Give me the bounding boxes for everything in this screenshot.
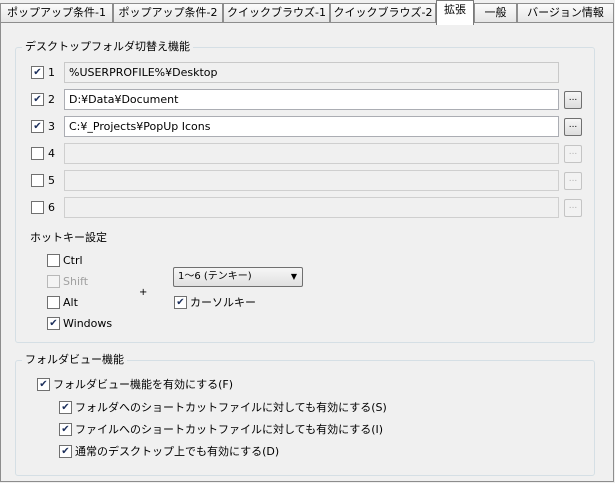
row5-browse-button[interactable]: ... (564, 172, 582, 190)
ctrl-label: Ctrl (63, 254, 83, 267)
folder-shortcut-label: フォルダへのショートカットファイルに対しても有効にする(S) (75, 401, 387, 414)
row6-browse-button[interactable]: ... (564, 199, 582, 217)
row3-path-field[interactable]: C:¥_Projects¥PopUp Icons (64, 116, 559, 137)
row2-number: 2 (48, 93, 55, 106)
row3-checkbox[interactable]: ✔ (31, 120, 44, 133)
alt-checkbox[interactable] (47, 296, 60, 309)
row4-checkbox[interactable] (31, 147, 44, 160)
folder-view-title: フォルダビュー機能 (22, 353, 127, 367)
row5-path-field[interactable] (64, 170, 559, 191)
row3-browse-button[interactable]: ... (564, 118, 582, 136)
row6-path-field[interactable] (64, 197, 559, 218)
plus-sign: + (139, 287, 148, 298)
folder-view-group: フォルダビュー機能 ✔ フォルダビュー機能を有効にする(F) ✔ フォルダへのシ… (15, 353, 595, 476)
cursor-key-checkbox[interactable]: ✔ (174, 296, 187, 309)
ctrl-checkbox[interactable] (47, 254, 60, 267)
row1-number: 1 (48, 66, 55, 79)
desktop-switch-title: デスクトップフォルダ切替え機能 (22, 40, 193, 54)
tab-popup-condition-1[interactable]: ポップアップ条件-1 (0, 3, 113, 24)
row2-path-field[interactable]: D:¥Data¥Document (64, 89, 559, 110)
row3-number: 3 (48, 120, 55, 133)
file-shortcut-checkbox[interactable]: ✔ (59, 423, 72, 436)
folder-view-enable-checkbox[interactable]: ✔ (37, 378, 50, 391)
tab-panel: デスクトップフォルダ切替え機能 ✔ 1 %USERPROFILE%¥Deskto… (0, 22, 614, 482)
desktop-switch-group: デスクトップフォルダ切替え機能 ✔ 1 %USERPROFILE%¥Deskto… (15, 40, 595, 343)
row2-browse-button[interactable]: ... (564, 91, 582, 109)
row4-browse-button[interactable]: ... (564, 145, 582, 163)
shift-label: Shift (63, 275, 89, 288)
file-shortcut-label: ファイルへのショートカットファイルに対しても有効にする(I) (75, 423, 384, 436)
row1-path-field: %USERPROFILE%¥Desktop (64, 62, 559, 83)
folder-view-enable-label: フォルダビュー機能を有効にする(F) (53, 378, 234, 391)
row4-path-field[interactable] (64, 143, 559, 164)
cursor-key-label: カーソルキー (190, 296, 256, 309)
row4-number: 4 (48, 147, 55, 160)
row5-number: 5 (48, 174, 55, 187)
tab-general[interactable]: 一般 (474, 3, 517, 24)
windows-label: Windows (63, 317, 113, 330)
tab-popup-condition-2[interactable]: ポップアップ条件-2 (113, 3, 223, 24)
row6-checkbox[interactable] (31, 201, 44, 214)
tab-quick-browse-1[interactable]: クイックブラウズ-1 (223, 3, 330, 24)
tab-quick-browse-2[interactable]: クイックブラウズ-2 (330, 3, 436, 24)
row1-checkbox[interactable]: ✔ (31, 66, 44, 79)
hotkey-key-value: 1～6 (テンキー) (178, 271, 252, 282)
tab-bar: ポップアップ条件-1 ポップアップ条件-2 クイックブラウズ-1 クイックブラウ… (0, 0, 615, 25)
row2-checkbox[interactable]: ✔ (31, 93, 44, 106)
folder-shortcut-checkbox[interactable]: ✔ (59, 401, 72, 414)
row6-number: 6 (48, 201, 55, 214)
desktop-enable-label: 通常のデスクトップ上でも有効にする(D) (75, 445, 280, 458)
hotkey-title: ホットキー設定 (30, 231, 107, 244)
row5-checkbox[interactable] (31, 174, 44, 187)
tab-extension[interactable]: 拡張 (436, 0, 474, 25)
alt-label: Alt (63, 296, 78, 309)
windows-checkbox[interactable]: ✔ (47, 317, 60, 330)
tab-version-info[interactable]: バージョン情報 (517, 3, 614, 24)
shift-checkbox[interactable] (47, 275, 60, 288)
desktop-enable-checkbox[interactable]: ✔ (59, 445, 72, 458)
hotkey-key-select[interactable]: 1～6 (テンキー) ▼ (173, 267, 303, 287)
chevron-down-icon: ▼ (290, 272, 297, 281)
